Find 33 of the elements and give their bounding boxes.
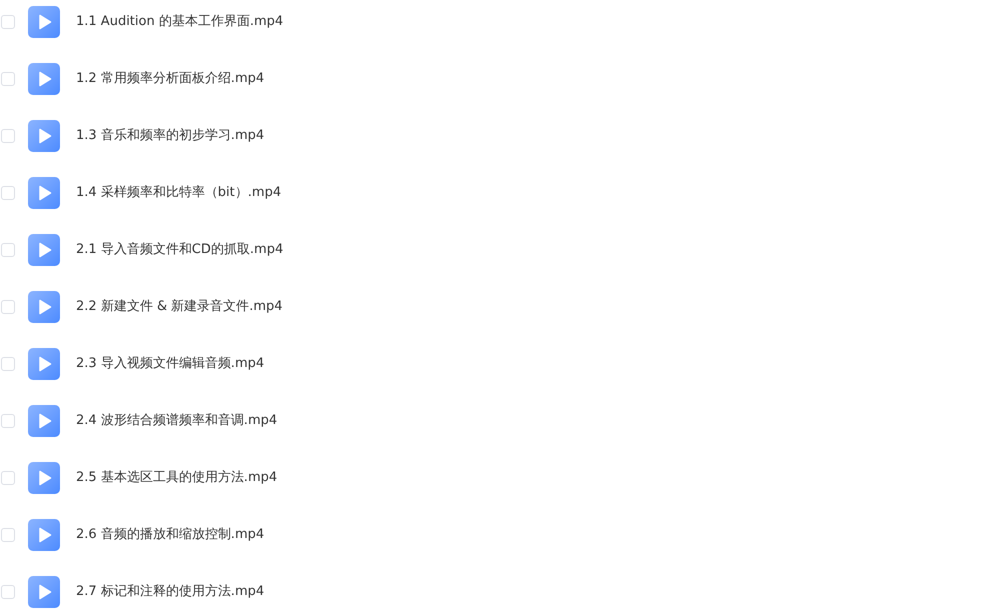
checkbox[interactable]: [1, 72, 15, 86]
video-play-icon: [28, 176, 60, 208]
file-name[interactable]: 1.4 采样频率和比特率（bit）.mp4: [76, 182, 282, 202]
file-name[interactable]: 2.1 导入音频文件和CD的抓取.mp4: [76, 240, 284, 260]
checkbox[interactable]: [1, 356, 15, 370]
video-play-icon: [28, 348, 60, 380]
checkbox[interactable]: [1, 128, 15, 142]
file-name[interactable]: 1.3 音乐和频率的初步学习.mp4: [76, 126, 264, 146]
video-play-icon: [28, 404, 60, 436]
checkbox[interactable]: [1, 528, 15, 542]
file-name[interactable]: 2.6 音频的播放和缩放控制.mp4: [76, 524, 264, 544]
video-play-icon: [28, 6, 60, 38]
checkbox[interactable]: [1, 584, 15, 598]
file-name[interactable]: 2.4 波形结合频谱频率和音调.mp4: [76, 410, 278, 430]
checkbox[interactable]: [1, 14, 15, 28]
checkbox[interactable]: [1, 186, 15, 200]
video-play-icon: [28, 234, 60, 266]
video-play-icon: [28, 62, 60, 94]
file-name[interactable]: 2.5 基本选区工具的使用方法.mp4: [76, 468, 278, 488]
checkbox[interactable]: [1, 414, 15, 428]
file-name[interactable]: 2.7 标记和注释的使用方法.mp4: [76, 582, 264, 602]
checkbox[interactable]: [1, 242, 15, 256]
checkbox[interactable]: [1, 470, 15, 484]
video-play-icon: [28, 576, 60, 608]
video-play-icon: [28, 518, 60, 550]
checkbox[interactable]: [1, 300, 15, 314]
video-play-icon: [28, 290, 60, 322]
video-play-icon: [28, 462, 60, 494]
file-name[interactable]: 2.3 导入视频文件编辑音频.mp4: [76, 354, 264, 374]
file-name[interactable]: 1.1 Audition 的基本工作界面.mp4: [76, 12, 284, 32]
video-play-icon: [28, 120, 60, 152]
file-name[interactable]: 1.2 常用频率分析面板介绍.mp4: [76, 68, 264, 88]
file-name[interactable]: 2.2 新建文件 & 新建录音文件.mp4: [76, 296, 283, 316]
